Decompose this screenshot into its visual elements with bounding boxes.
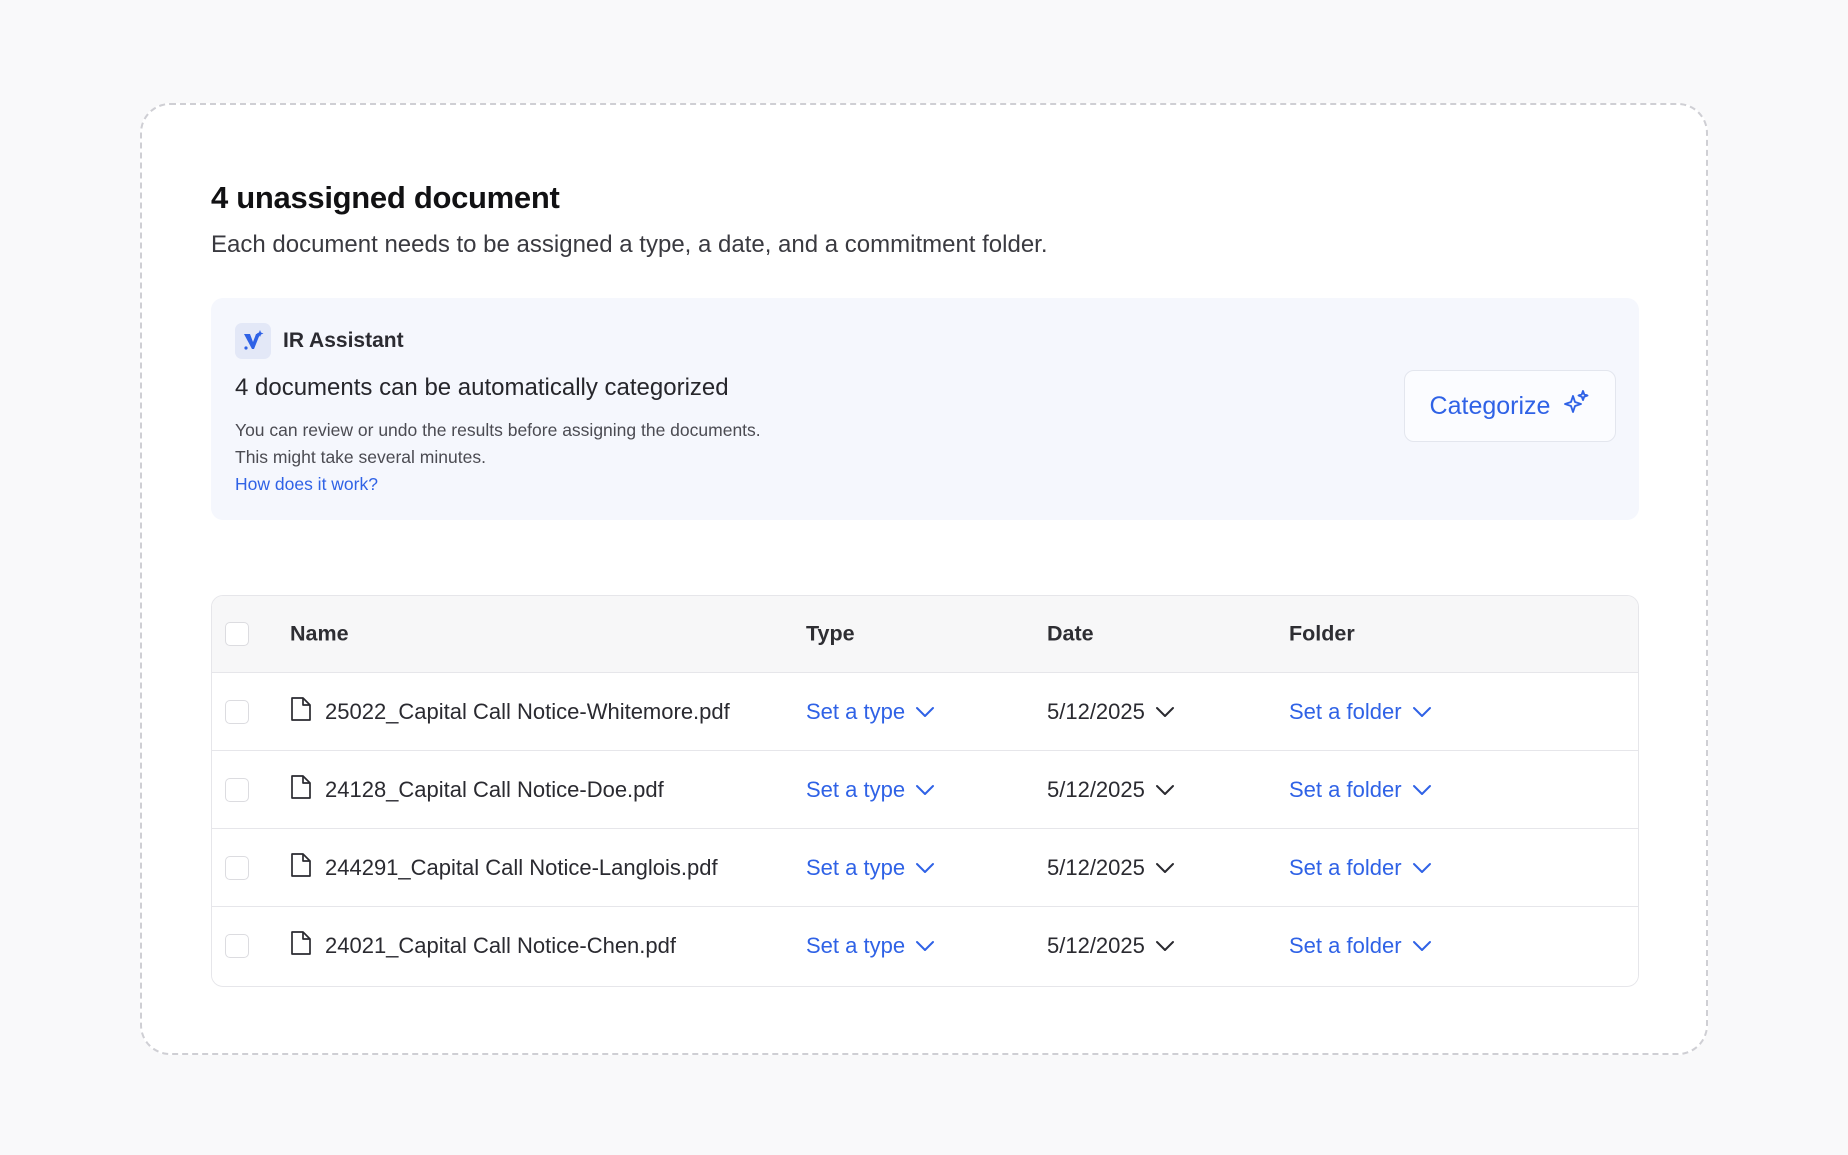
date-dropdown[interactable]: 5/12/2025: [1047, 699, 1175, 725]
folder-dropdown-label: Set a folder: [1289, 776, 1402, 802]
assistant-description-line: You can review or undo the results befor…: [235, 420, 761, 440]
column-header-name: Name: [290, 621, 349, 646]
table-row: 24021_Capital Call Notice-Chen.pdf Set a…: [212, 907, 1638, 985]
type-dropdown-label: Set a type: [806, 776, 906, 802]
chevron-down-icon: [1155, 862, 1175, 874]
name-cell: 24128_Capital Call Notice-Doe.pdf: [290, 774, 664, 806]
unassigned-documents-card: 4 unassigned document Each document need…: [140, 103, 1708, 1055]
type-dropdown-label: Set a type: [806, 933, 906, 958]
chevron-down-icon: [1412, 706, 1432, 718]
chevron-down-icon: [915, 784, 935, 796]
ir-assistant-panel: IR Assistant 4 documents can be automati…: [211, 298, 1639, 520]
chevron-down-icon: [1412, 940, 1432, 952]
document-name: 24021_Capital Call Notice-Chen.pdf: [325, 933, 676, 958]
type-dropdown[interactable]: Set a type: [806, 699, 935, 725]
column-header-date: Date: [1047, 621, 1094, 646]
date-value: 5/12/2025: [1047, 933, 1145, 958]
chevron-down-icon: [1155, 940, 1175, 952]
date-dropdown[interactable]: 5/12/2025: [1047, 933, 1175, 959]
table-header: Name Type Date Folder: [212, 596, 1638, 673]
name-cell: 25022_Capital Call Notice-Whitemore.pdf: [290, 696, 730, 728]
document-name: 25022_Capital Call Notice-Whitemore.pdf: [325, 698, 730, 724]
assistant-heading: 4 documents can be automatically categor…: [235, 374, 729, 401]
document-icon: [290, 774, 312, 806]
chevron-down-icon: [915, 940, 935, 952]
type-dropdown[interactable]: Set a type: [806, 933, 935, 959]
chevron-down-icon: [1412, 862, 1432, 874]
type-dropdown-label: Set a type: [806, 854, 906, 880]
row-checkbox[interactable]: [225, 934, 249, 958]
row-checkbox[interactable]: [225, 777, 249, 802]
date-value: 5/12/2025: [1047, 698, 1145, 724]
date-dropdown[interactable]: 5/12/2025: [1047, 855, 1175, 881]
type-dropdown-label: Set a type: [806, 698, 906, 724]
select-all-checkbox[interactable]: [225, 622, 249, 646]
chevron-down-icon: [915, 706, 935, 718]
folder-dropdown-label: Set a folder: [1289, 854, 1402, 880]
folder-dropdown[interactable]: Set a folder: [1289, 933, 1432, 959]
date-value: 5/12/2025: [1047, 854, 1145, 880]
ir-assistant-logo-icon: [235, 323, 271, 359]
name-cell: 24021_Capital Call Notice-Chen.pdf: [290, 930, 676, 962]
categorize-button[interactable]: Categorize: [1404, 370, 1616, 442]
folder-dropdown[interactable]: Set a folder: [1289, 777, 1432, 803]
date-value: 5/12/2025: [1047, 776, 1145, 802]
folder-dropdown[interactable]: Set a folder: [1289, 855, 1432, 881]
chevron-down-icon: [1412, 784, 1432, 796]
folder-dropdown-label: Set a folder: [1289, 933, 1402, 958]
categorize-button-label: Categorize: [1429, 391, 1551, 420]
document-name: 24128_Capital Call Notice-Doe.pdf: [325, 776, 664, 802]
page-subtitle: Each document needs to be assigned a typ…: [211, 231, 1048, 258]
type-dropdown[interactable]: Set a type: [806, 855, 935, 881]
folder-dropdown-label: Set a folder: [1289, 698, 1402, 724]
date-dropdown[interactable]: 5/12/2025: [1047, 777, 1175, 803]
assistant-description: You can review or undo the results befor…: [235, 417, 761, 471]
document-icon: [290, 852, 312, 884]
type-dropdown[interactable]: Set a type: [806, 777, 935, 803]
chevron-down-icon: [1155, 706, 1175, 718]
page-title: 4 unassigned document: [211, 180, 560, 215]
document-name: 244291_Capital Call Notice-Langlois.pdf: [325, 854, 718, 880]
chevron-down-icon: [915, 862, 935, 874]
sparkles-icon: [1562, 389, 1590, 424]
table-row: 24128_Capital Call Notice-Doe.pdf Set a …: [212, 751, 1638, 829]
name-cell: 244291_Capital Call Notice-Langlois.pdf: [290, 852, 718, 884]
table-row: 25022_Capital Call Notice-Whitemore.pdf …: [212, 673, 1638, 751]
assistant-name: IR Assistant: [283, 329, 404, 352]
chevron-down-icon: [1155, 784, 1175, 796]
document-icon: [290, 696, 312, 728]
row-checkbox[interactable]: [225, 699, 249, 724]
assistant-header: IR Assistant: [235, 323, 404, 359]
table-row: 244291_Capital Call Notice-Langlois.pdf …: [212, 829, 1638, 907]
how-does-it-work-link[interactable]: How does it work?: [235, 474, 378, 495]
column-header-type: Type: [806, 621, 855, 646]
column-header-folder: Folder: [1289, 621, 1355, 646]
folder-dropdown[interactable]: Set a folder: [1289, 699, 1432, 725]
document-icon: [290, 930, 312, 962]
row-checkbox[interactable]: [225, 855, 249, 880]
documents-table: Name Type Date Folder 25022_Capital Call…: [211, 595, 1639, 987]
assistant-description-line: This might take several minutes.: [235, 447, 486, 467]
